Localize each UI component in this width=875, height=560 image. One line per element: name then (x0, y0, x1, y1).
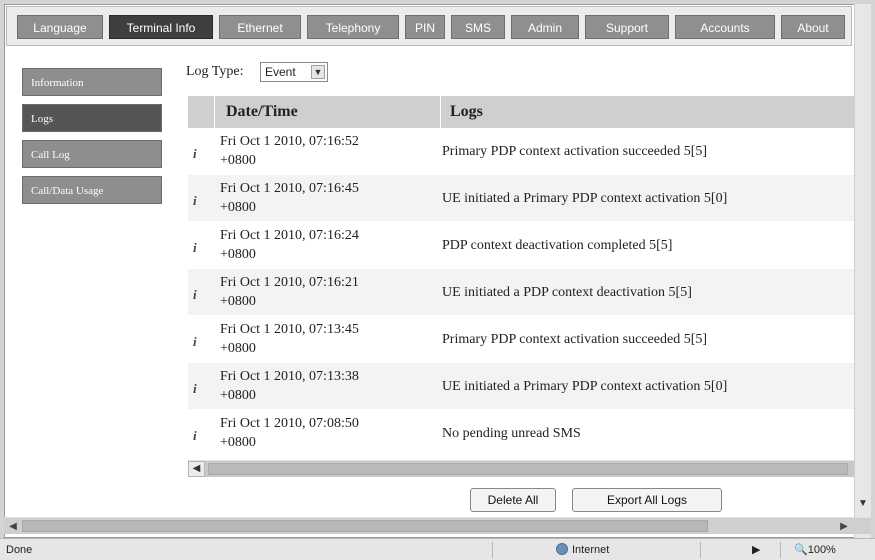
info-icon: i (193, 193, 197, 208)
info-icon: i (193, 240, 197, 255)
tab-language[interactable]: Language (17, 15, 103, 39)
tab-terminal-info[interactable]: Terminal Info (109, 15, 213, 39)
cell-datetime: Fri Oct 1 2010, 07:08:50 +0800 (220, 414, 430, 452)
logs-table: Date/Time Logs i Fri Oct 1 2010, 07:16:52… (188, 96, 854, 476)
info-icon: i (193, 334, 197, 349)
table-horizontal-scrollbar[interactable]: ◀ (188, 460, 854, 477)
datetime-value: Fri Oct 1 2010, 07:13:45 (220, 322, 359, 337)
cell-datetime: Fri Oct 1 2010, 07:16:52 +0800 (220, 132, 430, 170)
protected-mode-icon[interactable]: ▶ (752, 539, 760, 560)
column-header-datetime[interactable]: Date/Time (226, 96, 298, 128)
cell-datetime: Fri Oct 1 2010, 07:16:24 +0800 (220, 226, 430, 264)
cell-datetime: Fri Oct 1 2010, 07:13:45 +0800 (220, 320, 430, 358)
top-nav-tabs: Language Terminal Info Ethernet Telephon… (6, 6, 852, 46)
datetime-value: Fri Oct 1 2010, 07:13:38 (220, 369, 359, 384)
security-zone: Internet (556, 539, 609, 560)
zoom-value: 100% (807, 544, 836, 556)
table-row[interactable]: i Fri Oct 1 2010, 07:13:45 +0800 Primary PD… (188, 316, 854, 362)
tab-admin[interactable]: Admin (511, 15, 579, 39)
cell-log-message: No pending unread SMS (442, 426, 581, 441)
cell-log-message: UE initiated a Primary PDP context activ… (442, 379, 728, 394)
cell-log-message: UE initiated a Primary PDP context activ… (442, 191, 728, 206)
table-row[interactable]: i Fri Oct 1 2010, 07:16:24 +0800 PDP contex… (188, 222, 854, 268)
status-divider (780, 542, 781, 558)
globe-icon (556, 543, 568, 555)
timezone-value: +0800 (220, 341, 256, 356)
table-header: Date/Time Logs (188, 96, 854, 128)
timezone-value: +0800 (220, 388, 256, 403)
timezone-value: +0800 (220, 247, 256, 262)
datetime-value: Fri Oct 1 2010, 07:08:50 (220, 416, 359, 431)
log-type-value: Event (265, 65, 296, 79)
info-icon: i (193, 146, 197, 161)
status-divider (700, 542, 701, 558)
column-divider (214, 96, 215, 128)
status-divider (492, 542, 493, 558)
timezone-value: +0800 (220, 294, 256, 309)
cell-datetime: Fri Oct 1 2010, 07:16:45 +0800 (220, 179, 430, 217)
table-row[interactable]: i Fri Oct 1 2010, 07:08:50 +0800 No pending… (188, 410, 854, 456)
table-row[interactable]: i Fri Oct 1 2010, 07:16:21 +0800 UE initiat… (188, 269, 854, 315)
status-bar: Done Internet ▶ 🔍100% (0, 538, 875, 560)
datetime-value: Fri Oct 1 2010, 07:16:24 (220, 228, 359, 243)
info-icon: i (193, 381, 197, 396)
zoom-level[interactable]: 🔍100% (794, 539, 836, 560)
log-type-label: Log Type: (186, 64, 244, 79)
table-row[interactable]: i Fri Oct 1 2010, 07:16:52 +0800 Primary PD… (188, 128, 854, 174)
cell-log-message: UE initiated a PDP context deactivation … (442, 285, 692, 300)
tab-accounts[interactable]: Accounts (675, 15, 775, 39)
datetime-value: Fri Oct 1 2010, 07:16:52 (220, 134, 359, 149)
scroll-left-arrow-icon[interactable]: ◀ (188, 461, 205, 477)
cell-log-message: Primary PDP context activation succeeded… (442, 144, 708, 159)
tab-sms[interactable]: SMS (451, 15, 505, 39)
scroll-left-arrow-icon[interactable]: ◀ (5, 519, 21, 534)
page-vertical-scrollbar[interactable]: ▼ (854, 4, 871, 538)
sidebar-item-logs[interactable]: Logs (22, 104, 162, 132)
page-horizontal-scrollbar[interactable]: ◀ ▶ (4, 517, 871, 534)
export-all-logs-button[interactable]: Export All Logs (572, 488, 722, 512)
sidebar-item-information[interactable]: Information (22, 68, 162, 96)
tab-support[interactable]: Support (585, 15, 669, 39)
column-header-logs[interactable]: Logs (450, 96, 483, 128)
tab-pin[interactable]: PIN (405, 15, 445, 39)
info-icon: i (193, 287, 197, 302)
sidebar-item-call-data-usage[interactable]: Call/Data Usage (22, 176, 162, 204)
sidebar-item-call-log[interactable]: Call Log (22, 140, 162, 168)
timezone-value: +0800 (220, 153, 256, 168)
column-divider (440, 96, 441, 128)
cell-datetime: Fri Oct 1 2010, 07:13:38 +0800 (220, 367, 430, 405)
table-row[interactable]: i Fri Oct 1 2010, 07:16:45 +0800 UE initiat… (188, 175, 854, 221)
cell-log-message: Primary PDP context activation succeeded… (442, 332, 708, 347)
cell-log-message: PDP context deactivation completed 5[5] (442, 238, 673, 253)
chevron-down-icon: ▼ (311, 65, 325, 79)
log-type-select[interactable]: Event ▼ (260, 62, 328, 82)
timezone-value: +0800 (220, 200, 256, 215)
tab-ethernet[interactable]: Ethernet (219, 15, 301, 39)
delete-all-button[interactable]: Delete All (470, 488, 556, 512)
tab-telephony[interactable]: Telephony (307, 15, 399, 39)
tab-about[interactable]: About (781, 15, 845, 39)
scrollbar-thumb[interactable] (22, 520, 708, 532)
security-zone-label: Internet (572, 544, 610, 556)
datetime-value: Fri Oct 1 2010, 07:16:45 (220, 181, 359, 196)
cell-datetime: Fri Oct 1 2010, 07:16:21 +0800 (220, 273, 430, 311)
status-text: Done (6, 544, 33, 556)
scroll-down-arrow-icon[interactable]: ▼ (855, 496, 871, 512)
datetime-value: Fri Oct 1 2010, 07:16:21 (220, 275, 359, 290)
table-row[interactable]: i Fri Oct 1 2010, 07:13:38 +0800 UE initiat… (188, 363, 854, 409)
timezone-value: +0800 (220, 435, 256, 450)
scroll-right-arrow-icon[interactable]: ▶ (836, 519, 852, 534)
scrollbar-thumb[interactable] (208, 463, 848, 475)
info-icon: i (193, 428, 197, 443)
